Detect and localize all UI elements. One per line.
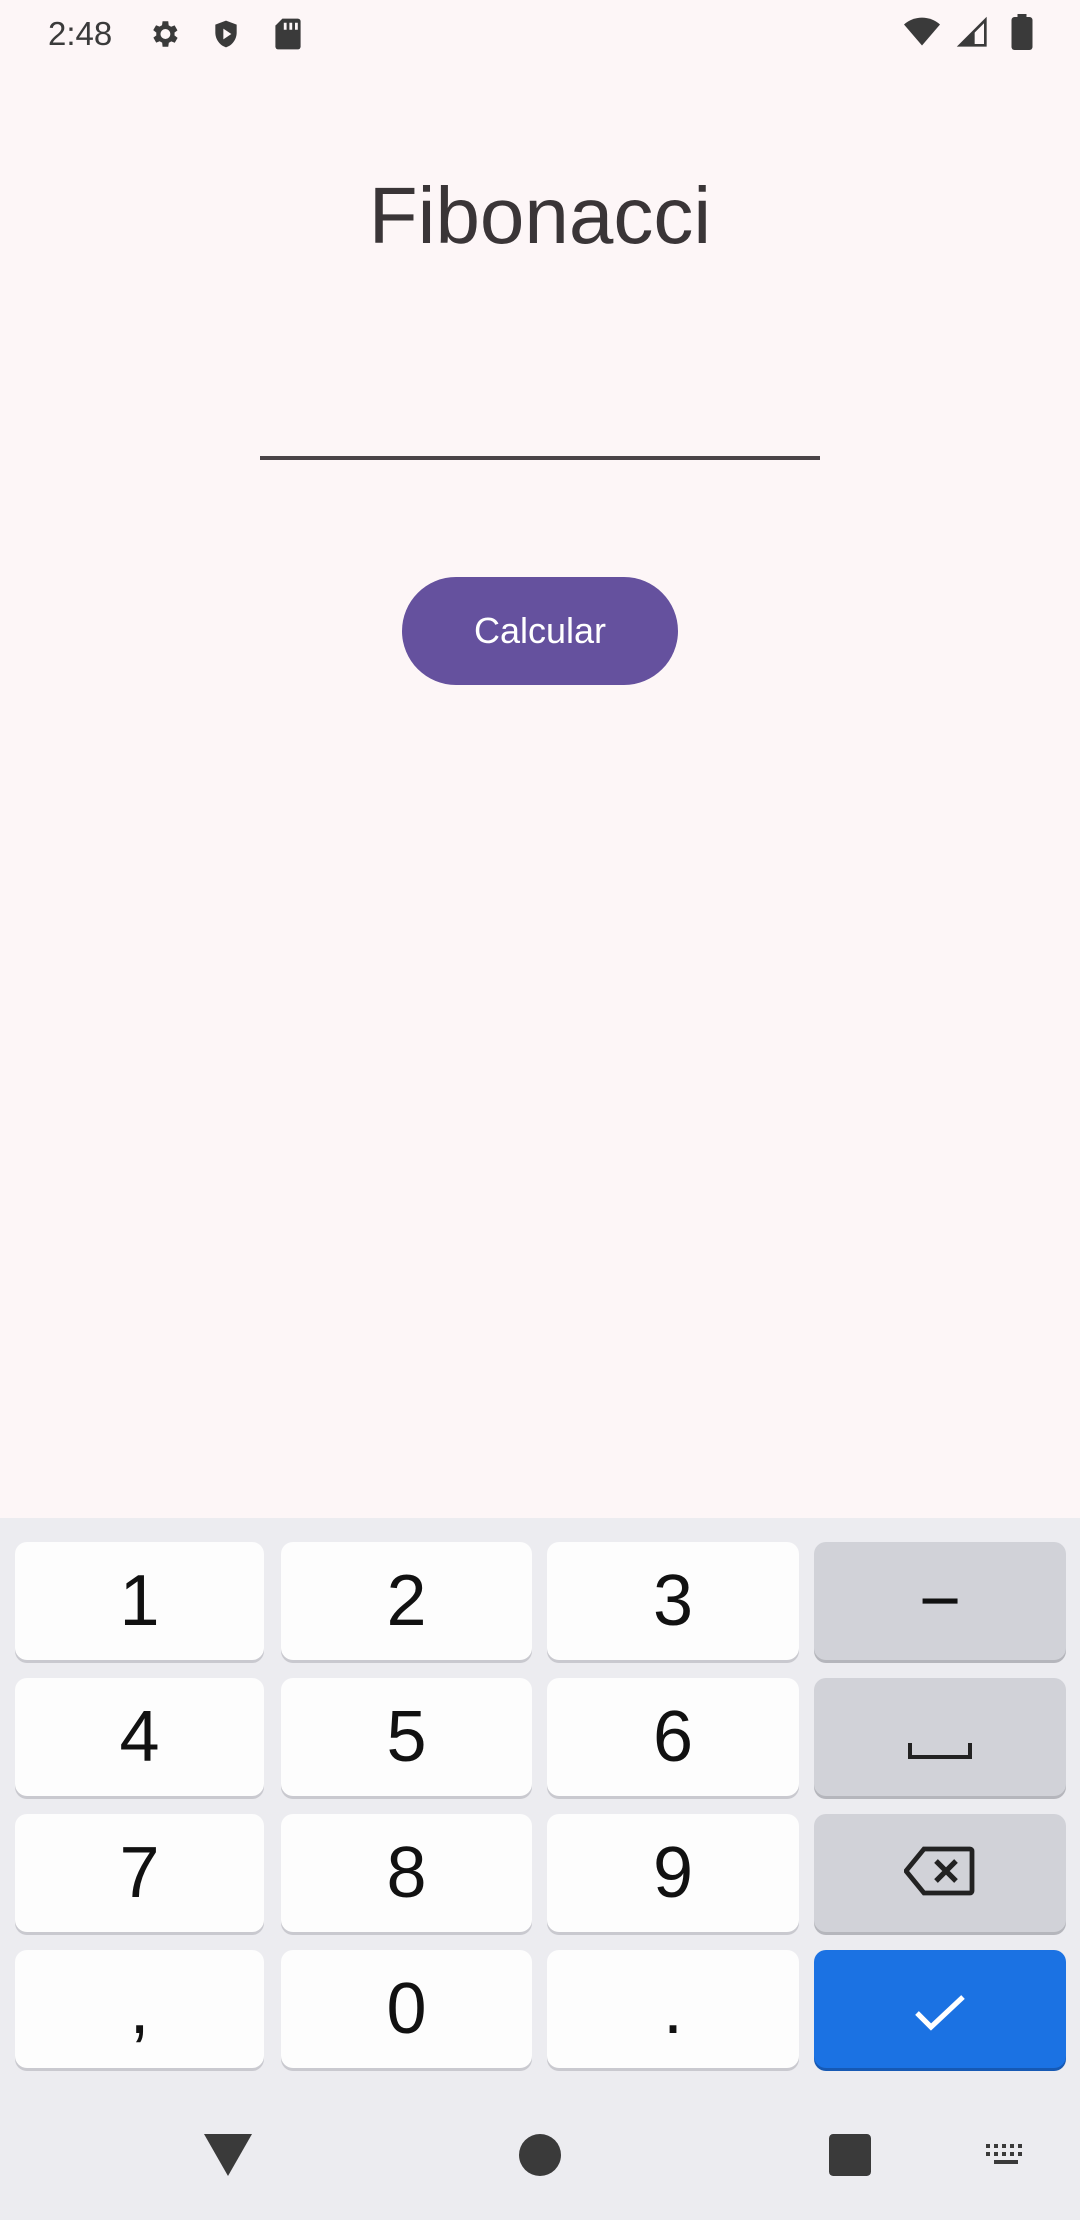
home-icon <box>519 2133 561 2181</box>
recents-icon <box>829 2133 871 2181</box>
back-icon <box>204 2133 252 2181</box>
status-bar: 2:48 <box>0 0 1080 68</box>
status-icons-left <box>146 16 306 52</box>
space-icon <box>908 1696 972 1778</box>
key-2[interactable]: 2 <box>281 1542 532 1660</box>
key-0[interactable]: 0 <box>281 1950 532 2068</box>
app-screen: 2:48 Fibonacci Calcular 1 2 3 − 4 5 6 7 … <box>0 0 1080 2220</box>
key-comma[interactable]: , <box>15 1950 264 2068</box>
key-7[interactable]: 7 <box>15 1814 264 1932</box>
key-enter[interactable] <box>814 1950 1066 2068</box>
home-button[interactable] <box>510 2127 570 2187</box>
keyboard-switch-button[interactable] <box>976 2127 1036 2187</box>
key-minus[interactable]: − <box>814 1542 1066 1660</box>
keyboard-switch-icon <box>984 2140 1028 2175</box>
signal-icon <box>954 14 990 50</box>
recents-button[interactable] <box>820 2127 880 2187</box>
key-8[interactable]: 8 <box>281 1814 532 1932</box>
key-space[interactable] <box>814 1678 1066 1796</box>
back-button[interactable] <box>198 2127 258 2187</box>
check-icon <box>913 1968 967 2050</box>
wifi-icon <box>904 14 940 50</box>
numeric-keyboard: 1 2 3 − 4 5 6 7 8 9 , 0 . <box>0 1518 1080 2087</box>
battery-icon <box>1004 14 1040 50</box>
key-9[interactable]: 9 <box>547 1814 799 1932</box>
sd-card-icon <box>270 16 306 52</box>
key-6[interactable]: 6 <box>547 1678 799 1796</box>
status-time: 2:48 <box>48 15 113 52</box>
calculate-button[interactable]: Calcular <box>402 577 678 685</box>
navigation-bar <box>0 2087 1080 2220</box>
key-1[interactable]: 1 <box>15 1542 264 1660</box>
gear-icon <box>146 16 182 52</box>
shield-play-icon <box>208 16 244 52</box>
key-backspace[interactable] <box>814 1814 1066 1932</box>
key-3[interactable]: 3 <box>547 1542 799 1660</box>
backspace-icon <box>902 1832 976 1914</box>
key-period[interactable]: . <box>547 1950 799 2068</box>
key-4[interactable]: 4 <box>15 1678 264 1796</box>
page-title: Fibonacci <box>368 171 712 260</box>
number-input[interactable] <box>260 370 820 460</box>
status-icons-right <box>904 14 1040 50</box>
key-5[interactable]: 5 <box>281 1678 532 1796</box>
